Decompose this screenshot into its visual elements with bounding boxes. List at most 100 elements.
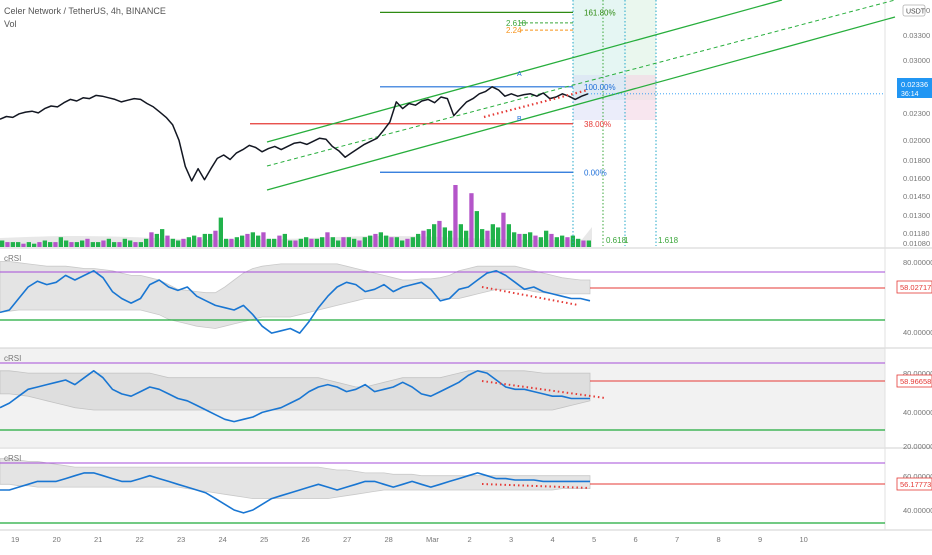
- crsi-axis-label: 40.00000: [903, 328, 932, 337]
- time-axis-label: 6: [634, 535, 638, 544]
- volume-bar: [432, 224, 437, 247]
- fib-level-label: 38.00%: [584, 120, 611, 129]
- time-fib-label: 1.618: [658, 236, 679, 245]
- volume-bar: [37, 242, 42, 247]
- price-axis-label: 0.02300: [903, 109, 930, 118]
- volume-bar: [506, 224, 511, 247]
- volume-bar: [245, 233, 250, 247]
- volume-bar: [357, 240, 362, 247]
- volume-bar: [288, 240, 293, 247]
- volume-bar: [138, 242, 143, 247]
- volume-bar: [373, 233, 378, 247]
- crsi-readout-label: 58.96658: [900, 377, 931, 386]
- volume-bar: [90, 242, 95, 247]
- volume-bar: [320, 237, 325, 247]
- volume-bar: [341, 237, 346, 247]
- tradingview-chart[interactable]: 0.618 1 1.618 161.80% 100.00% 38.00% 0.00% 2.61…: [0, 0, 932, 550]
- price-axis-label: 0.01180: [903, 229, 930, 238]
- volume-bar: [16, 242, 21, 247]
- volume-bar: [298, 238, 303, 247]
- price-axis-label: 0.01080: [903, 239, 930, 248]
- time-axis-label: 25: [260, 535, 268, 544]
- current-price-label: 0.02336: [901, 80, 928, 89]
- time-axis-label: 24: [219, 535, 227, 544]
- volume-bar: [250, 232, 255, 247]
- volume-bar: [309, 238, 314, 247]
- time-axis-label: 20: [53, 535, 61, 544]
- crsi-axis-label: 20.00000: [903, 442, 932, 451]
- crsi-pane-label: cRSI: [4, 254, 21, 263]
- volume-bar: [336, 240, 341, 247]
- crsi-pane-label: cRSI: [4, 354, 21, 363]
- volume-bar: [576, 238, 581, 247]
- time-axis-label: 9: [758, 535, 762, 544]
- price-axis-label: 0.01800: [903, 156, 930, 165]
- volume-bar: [416, 233, 421, 247]
- volume-bar: [490, 224, 495, 247]
- fib-point-b-label: B: [517, 116, 522, 123]
- volume-bar: [394, 237, 399, 247]
- volume-bar: [496, 227, 501, 247]
- volume-bar: [448, 230, 453, 247]
- volume-bar: [293, 240, 298, 247]
- volume-bar: [346, 237, 351, 247]
- volume-bar: [53, 242, 58, 247]
- crsi-pane-label: cRSI: [4, 454, 21, 463]
- volume-bar: [58, 237, 63, 247]
- volume-bar: [96, 242, 101, 247]
- chart-canvas[interactable]: 0.6181 1.618161.80%100.00%38.00%0.00%2.61…: [0, 0, 932, 550]
- time-axis-label: 7: [675, 535, 679, 544]
- fib-level-label: 161.80%: [584, 8, 616, 17]
- time-axis-label: 26: [302, 535, 310, 544]
- volume-bar: [522, 233, 527, 247]
- volume-bar: [165, 235, 170, 247]
- volume-bar: [266, 238, 271, 247]
- volume-bar: [586, 240, 591, 247]
- volume-bar: [517, 233, 522, 247]
- volume-bar: [213, 230, 218, 247]
- volume-bar: [10, 242, 15, 247]
- volume-bar: [330, 237, 335, 247]
- volume-bar: [69, 242, 74, 247]
- time-fib-label: 1: [624, 236, 629, 245]
- volume-bar: [202, 233, 207, 247]
- time-axis-label: 3: [509, 535, 513, 544]
- volume-bar: [325, 232, 330, 247]
- crsi-axis-label: 40.00000: [903, 408, 932, 417]
- volume-bar: [277, 235, 282, 247]
- volume-bar: [501, 212, 506, 247]
- volume-bar: [208, 233, 213, 247]
- volume-bar: [549, 233, 554, 247]
- time-axis-label: 28: [385, 535, 393, 544]
- volume-bar: [106, 238, 111, 247]
- volume-bar: [282, 233, 287, 247]
- price-axis-label: 0.02000: [903, 136, 930, 145]
- volume-bar: [192, 235, 197, 247]
- volume-bar: [485, 230, 490, 247]
- volume-bar: [469, 193, 474, 247]
- volume-bar: [538, 237, 543, 247]
- volume-bar: [442, 227, 447, 247]
- volume-bar: [474, 211, 479, 247]
- volume-bar: [21, 243, 26, 247]
- crsi-readout-label: 56.17773: [900, 480, 931, 489]
- volume-bar: [437, 220, 442, 247]
- crsi-readout-label: 58.02717: [900, 283, 931, 292]
- time-zone-area: [573, 75, 625, 120]
- volume-bar: [186, 237, 191, 247]
- volume-bar: [42, 240, 47, 247]
- volume-bar: [32, 243, 37, 247]
- price-axis-label: 0.03300: [903, 31, 930, 40]
- volume-bar: [453, 185, 458, 247]
- price-axis-label: 0.01300: [903, 211, 930, 220]
- volume-bar: [122, 238, 127, 247]
- countdown-label: 36:14: [901, 91, 919, 98]
- volume-bar: [272, 238, 277, 247]
- crsi-axis-label: 80.00000: [903, 258, 932, 267]
- volume-bar: [218, 217, 223, 247]
- price-axis-label: 0.01450: [903, 192, 930, 201]
- volume-bar: [181, 238, 186, 247]
- fib-level-label: 0.00%: [584, 168, 607, 177]
- time-axis-label: 27: [343, 535, 351, 544]
- volume-bar: [400, 240, 405, 247]
